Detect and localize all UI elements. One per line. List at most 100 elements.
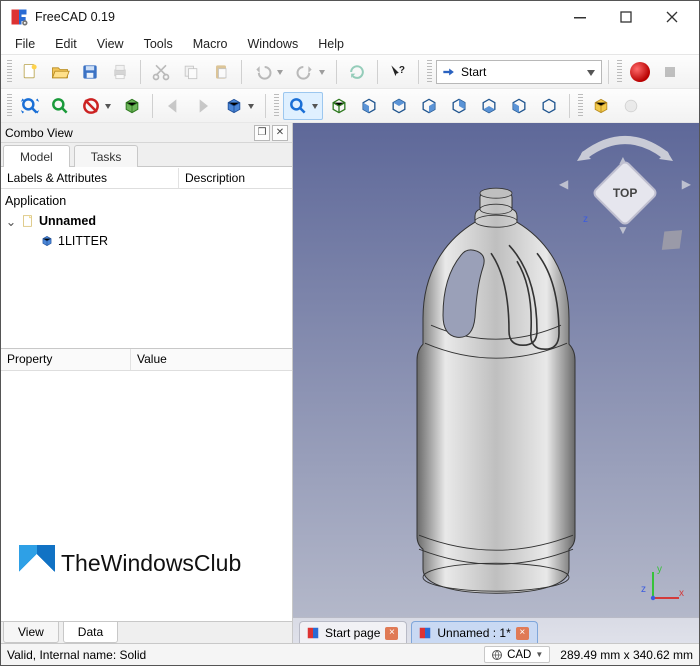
macro-record-button[interactable] — [626, 58, 654, 86]
view-rear-button[interactable] — [445, 92, 473, 120]
print-button[interactable] — [106, 58, 134, 86]
macro-stop-button[interactable] — [656, 58, 684, 86]
tree-col-description[interactable]: Description — [179, 168, 251, 188]
copy-button[interactable] — [177, 58, 205, 86]
property-header: Property Value — [1, 349, 292, 371]
toolbar-handle[interactable] — [7, 60, 12, 84]
combo-tabs: Model Tasks — [1, 143, 292, 167]
combo-view-header[interactable]: Combo View ❐ ✕ — [1, 123, 292, 143]
isometric-view-button[interactable] — [283, 92, 323, 120]
status-dimensions: 289.49 mm x 340.62 mm — [560, 648, 693, 662]
close-button[interactable] — [649, 1, 695, 33]
tree-app-root-label: Application — [5, 194, 66, 208]
nav-forward-button[interactable] — [189, 92, 217, 120]
toolbar-handle[interactable] — [427, 60, 432, 84]
toolbar-file: ? Start — [1, 55, 699, 89]
status-bar: Valid, Internal name: Solid CAD ▼ 289.49… — [1, 643, 699, 665]
part-button[interactable] — [587, 92, 615, 120]
nav-back-button[interactable] — [159, 92, 187, 120]
menu-macro[interactable]: Macro — [183, 34, 238, 54]
tree-item-row[interactable]: 1LITTER — [1, 231, 292, 251]
doc-tab-unnamed[interactable]: Unnamed : 1* × — [411, 621, 537, 643]
nav-style-label: CAD — [507, 649, 531, 661]
toolbar-view — [1, 89, 699, 123]
expand-caret-icon[interactable]: ⌄ — [5, 214, 17, 229]
menu-tools[interactable]: Tools — [134, 34, 183, 54]
menu-view[interactable]: View — [87, 34, 134, 54]
view-iso-button[interactable] — [325, 92, 353, 120]
app-icon — [9, 7, 29, 27]
window-title: FreeCAD 0.19 — [35, 10, 115, 24]
navcube-top-face[interactable]: TOP — [591, 159, 659, 227]
view-top-button[interactable] — [385, 92, 413, 120]
nav-style-selector[interactable]: CAD ▼ — [484, 646, 550, 663]
paste-button[interactable] — [207, 58, 235, 86]
axis-x-label: x — [679, 588, 684, 599]
combo-view-title: Combo View — [5, 126, 73, 140]
tab-model[interactable]: Model — [3, 145, 70, 167]
toolbar-handle[interactable] — [617, 60, 622, 84]
close-tab-icon[interactable]: × — [516, 627, 529, 640]
property-col-value[interactable]: Value — [131, 349, 173, 370]
svg-text:?: ? — [399, 64, 405, 75]
property-tabs: View Data — [1, 621, 292, 643]
tree-app-root[interactable]: Application — [1, 191, 292, 211]
record-icon — [630, 62, 650, 82]
nav-arrow-right-icon[interactable]: ▶ — [682, 177, 691, 191]
tree-col-labels[interactable]: Labels & Attributes — [1, 168, 179, 188]
draw-style-button[interactable] — [76, 92, 116, 120]
undo-button[interactable] — [248, 58, 288, 86]
3d-viewport[interactable]: ◀ ▶ ▼ ▲ TOP z — [293, 123, 699, 643]
status-message: Valid, Internal name: Solid — [7, 648, 146, 662]
close-tab-icon[interactable]: × — [385, 627, 398, 640]
nav-arrow-down-icon[interactable]: ▼ — [617, 223, 629, 237]
menu-help[interactable]: Help — [308, 34, 354, 54]
view-bottom-button[interactable] — [475, 92, 503, 120]
view-front-button[interactable] — [355, 92, 383, 120]
view-left-button[interactable] — [505, 92, 533, 120]
cut-button[interactable] — [147, 58, 175, 86]
model-tree[interactable]: Application ⌄ Unnamed 1LITTER — [1, 189, 292, 349]
view-right-button[interactable] — [415, 92, 443, 120]
toolbar-handle[interactable] — [7, 94, 12, 118]
save-button[interactable] — [76, 58, 104, 86]
view-rotate-button[interactable] — [535, 92, 563, 120]
bounding-box-button[interactable] — [118, 92, 146, 120]
open-button[interactable] — [46, 58, 74, 86]
toolbar-handle[interactable] — [578, 94, 583, 118]
menu-file[interactable]: File — [5, 34, 45, 54]
title-bar: FreeCAD 0.19 — [1, 1, 699, 33]
fit-selection-button[interactable] — [46, 92, 74, 120]
tree-item-name: 1LITTER — [58, 234, 108, 248]
combo-view-panel: Combo View ❐ ✕ Model Tasks Labels & Attr… — [1, 123, 293, 643]
doc-tab-start[interactable]: Start page × — [299, 621, 407, 643]
maximize-button[interactable] — [603, 1, 649, 33]
refresh-button[interactable] — [343, 58, 371, 86]
panel-float-button[interactable]: ❐ — [254, 125, 270, 141]
link-nav-button[interactable] — [219, 92, 259, 120]
workbench-selector[interactable]: Start — [436, 60, 602, 84]
tree-doc-name: Unnamed — [39, 214, 96, 228]
property-col-property[interactable]: Property — [1, 349, 131, 370]
tree-header: Labels & Attributes Description — [1, 167, 292, 189]
axis-y-label: y — [657, 564, 662, 575]
group-button[interactable] — [617, 92, 645, 120]
minimize-button[interactable] — [557, 1, 603, 33]
fit-all-button[interactable] — [16, 92, 44, 120]
toolbar-handle[interactable] — [274, 94, 279, 118]
panel-close-button[interactable]: ✕ — [272, 125, 288, 141]
menu-edit[interactable]: Edit — [45, 34, 87, 54]
tab-tasks[interactable]: Tasks — [74, 145, 139, 167]
doc-tab-unnamed-label: Unnamed : 1* — [437, 626, 510, 640]
tab-data[interactable]: Data — [63, 622, 118, 643]
new-doc-button[interactable] — [16, 58, 44, 86]
model-object[interactable] — [401, 175, 591, 605]
whats-this-button[interactable]: ? — [384, 58, 412, 86]
menu-windows[interactable]: Windows — [238, 34, 309, 54]
tab-view[interactable]: View — [3, 622, 59, 643]
redo-button[interactable] — [290, 58, 330, 86]
workbench-selected-label: Start — [461, 65, 486, 79]
tree-doc-row[interactable]: ⌄ Unnamed — [1, 211, 292, 231]
navcube-reset-icon[interactable] — [662, 230, 682, 250]
doc-tab-start-label: Start page — [325, 626, 380, 640]
